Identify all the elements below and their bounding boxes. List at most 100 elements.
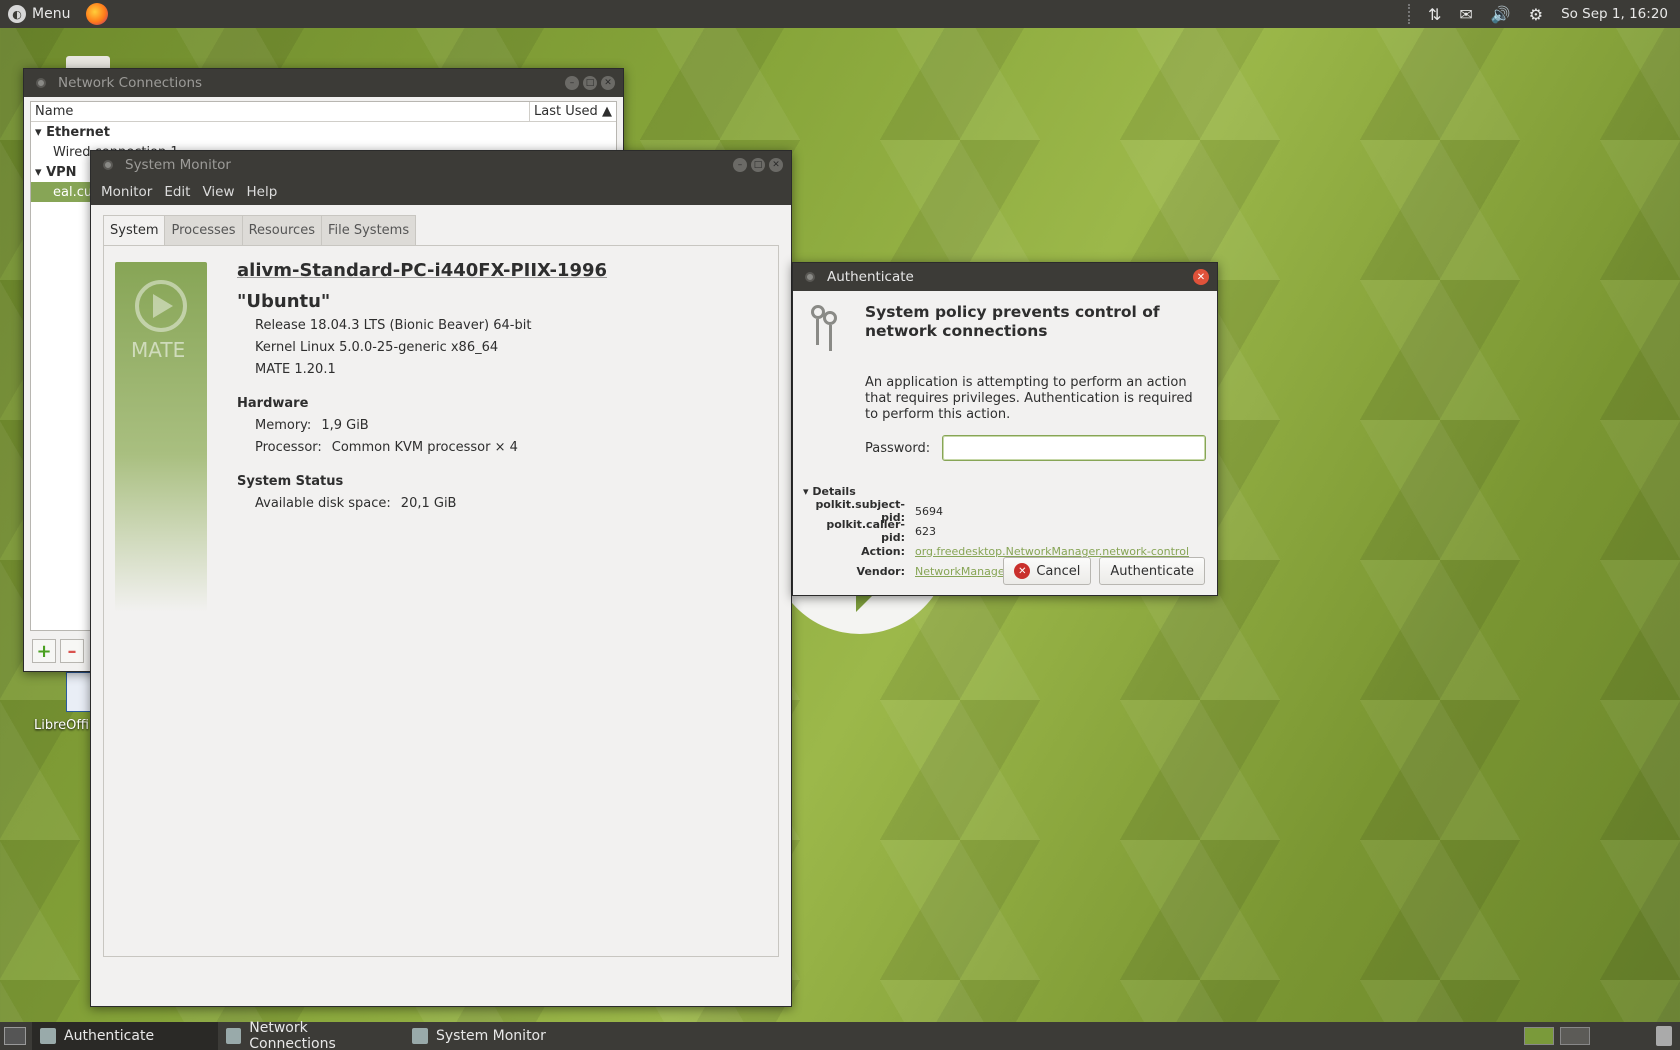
expander-icon: ▾ — [35, 124, 47, 140]
release-info: Release 18.04.3 LTS (Bionic Beaver) 64-b… — [255, 318, 532, 333]
close-button[interactable]: ✕ — [601, 76, 615, 90]
authenticate-titlebar[interactable]: Authenticate ✕ — [793, 263, 1217, 291]
menu-monitor[interactable]: Monitor — [95, 184, 158, 200]
column-last-used-label: Last Used — [534, 104, 598, 119]
system-monitor-window: System Monitor – □ ✕ Monitor Edit View H… — [90, 150, 792, 1007]
menu-help[interactable]: Help — [241, 184, 284, 200]
system-status-heading: System Status — [237, 474, 344, 489]
detail-value: 5694 — [915, 504, 943, 518]
network-connections-titlebar[interactable]: Network Connections – □ ✕ — [24, 69, 623, 97]
column-name[interactable]: Name — [31, 102, 530, 121]
list-header: Name Last Used ▲ — [31, 102, 616, 122]
window-menu-icon[interactable] — [36, 78, 46, 88]
menu-label: Menu — [32, 6, 71, 22]
mate-version: MATE 1.20.1 — [255, 362, 336, 377]
tab-system[interactable]: System — [103, 215, 166, 245]
authenticate-body: System policy prevents control of networ… — [793, 291, 1217, 597]
cancel-label: Cancel — [1036, 563, 1081, 579]
window-menu-icon[interactable] — [805, 272, 815, 282]
minimize-button[interactable]: – — [565, 76, 579, 90]
keys-icon — [807, 305, 845, 351]
memory-label: Memory: — [255, 418, 312, 433]
menu-view[interactable]: View — [196, 184, 240, 200]
password-row: Password: — [865, 435, 1207, 461]
system-monitor-titlebar[interactable]: System Monitor – □ ✕ — [91, 151, 791, 179]
volume-icon[interactable]: 🔊 — [1491, 5, 1511, 24]
firefox-icon[interactable] — [86, 3, 109, 25]
network-transfer-icon[interactable]: ⇅ — [1428, 5, 1441, 24]
tab-processes[interactable]: Processes — [164, 215, 243, 245]
taskbar-item-system-monitor[interactable]: System Monitor — [404, 1022, 590, 1050]
group-label: Ethernet — [46, 124, 110, 140]
tab-bar: System Processes Resources File Systems — [103, 215, 417, 245]
window-controls: – □ ✕ — [733, 158, 783, 172]
window-controls: – □ ✕ — [565, 76, 615, 90]
system-info: alivm-Standard-PC-i440FX-PIIX-1996 "Ubun… — [237, 260, 757, 518]
close-button[interactable]: ✕ — [1193, 269, 1209, 285]
dialog-buttons: ✕ Cancel Authenticate — [1003, 557, 1205, 585]
memory-value: 1,9 GiB — [321, 418, 369, 433]
workspace-switcher — [1524, 1026, 1680, 1046]
top-panel: ◐ Menu ⇅ ✉ 🔊 ⚙ So Sep 1, 16:20 — [0, 0, 1680, 28]
close-button[interactable]: ✕ — [769, 158, 783, 172]
workspace-2[interactable] — [1560, 1027, 1590, 1045]
task-label: Authenticate — [64, 1028, 155, 1044]
connection-name: eal.cu — [53, 184, 93, 200]
window-title: Network Connections — [58, 75, 203, 91]
authenticate-button[interactable]: Authenticate — [1099, 557, 1205, 585]
gear-icon[interactable]: ⚙ — [1529, 5, 1543, 24]
disk-space-label: Available disk space: — [255, 496, 391, 511]
expander-icon: ▾ — [803, 485, 809, 498]
tab-file-systems[interactable]: File Systems — [320, 215, 417, 245]
show-desktop-button[interactable] — [4, 1027, 26, 1045]
mate-menu-icon: ◐ — [8, 5, 26, 23]
disk-space-value: 20,1 GiB — [400, 496, 457, 511]
tray-separator — [1407, 4, 1410, 24]
processor-row: Processor: Common KVM processor × 4 — [237, 440, 757, 462]
mate-logo-banner: MATE — [115, 262, 207, 612]
task-label: Network Connections — [249, 1020, 336, 1050]
add-connection-button[interactable]: + — [32, 639, 56, 663]
column-last-used[interactable]: Last Used ▲ — [530, 102, 616, 121]
workspace-1[interactable] — [1524, 1027, 1554, 1045]
cancel-button[interactable]: ✕ Cancel — [1003, 557, 1092, 585]
task-label: System Monitor — [436, 1028, 546, 1044]
system-tab-panel: MATE alivm-Standard-PC-i440FX-PIIX-1996 … — [103, 245, 779, 957]
processor-value: Common KVM processor × 4 — [331, 440, 518, 455]
dialog-title: Authenticate — [827, 269, 914, 285]
detail-key: Action: — [861, 544, 905, 558]
menu-edit[interactable]: Edit — [158, 184, 196, 200]
system-tray: ⇅ ✉ 🔊 ⚙ So Sep 1, 16:20 — [1407, 4, 1680, 24]
network-icon — [226, 1028, 242, 1044]
group-ethernet[interactable]: ▾ Ethernet — [31, 122, 616, 142]
password-label: Password: — [865, 440, 931, 456]
libreoffice-document-icon[interactable] — [66, 672, 92, 712]
vendor-link[interactable]: NetworkManager — [915, 565, 1009, 578]
remove-connection-button[interactable]: – — [60, 639, 84, 663]
action-link[interactable]: org.freedesktop.NetworkManager.network-c… — [915, 545, 1189, 558]
window-title: System Monitor — [125, 157, 231, 173]
taskbar-item-authenticate[interactable]: Authenticate — [32, 1022, 218, 1050]
trash-icon[interactable] — [1656, 1026, 1672, 1046]
clock[interactable]: So Sep 1, 16:20 — [1561, 6, 1668, 22]
password-input[interactable] — [942, 435, 1207, 461]
authenticate-dialog: Authenticate ✕ System policy prevents co… — [792, 262, 1218, 596]
detail-key: polkit.caller-pid: — [826, 518, 905, 544]
mail-icon[interactable]: ✉ — [1459, 5, 1472, 24]
distro-name: "Ubuntu" — [237, 291, 331, 312]
desktop-icon-label[interactable]: LibreOffi — [34, 718, 89, 733]
maximize-button[interactable]: □ — [751, 158, 765, 172]
main-menu-button[interactable]: ◐ Menu — [0, 0, 78, 28]
taskbar-item-network-connections[interactable]: Network Connections — [218, 1020, 404, 1050]
hardware-heading: Hardware — [237, 396, 309, 411]
bottom-panel: Authenticate Network Connections System … — [0, 1020, 1680, 1050]
hostname[interactable]: alivm-Standard-PC-i440FX-PIIX-1996 — [237, 260, 757, 281]
minimize-button[interactable]: – — [733, 158, 747, 172]
maximize-button[interactable]: □ — [583, 76, 597, 90]
tab-resources[interactable]: Resources — [241, 215, 322, 245]
sort-ascending-icon: ▲ — [602, 104, 612, 119]
kernel-info: Kernel Linux 5.0.0-25-generic x86_64 — [255, 340, 499, 355]
window-menu-icon[interactable] — [103, 160, 113, 170]
processor-label: Processor: — [255, 440, 322, 455]
disk-space-row: Available disk space: 20,1 GiB — [237, 496, 757, 518]
